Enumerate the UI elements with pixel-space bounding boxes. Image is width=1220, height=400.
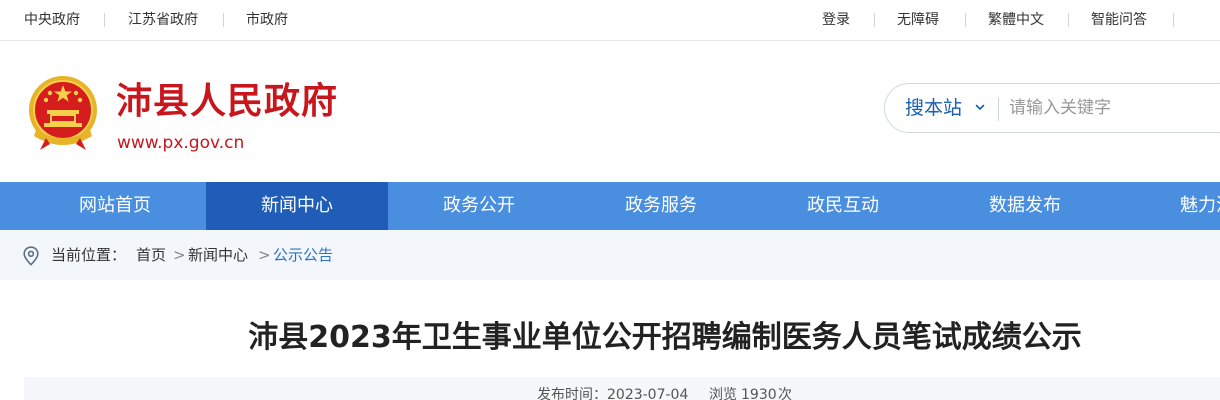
nav-item-public-interaction[interactable]: 政民互动 — [752, 182, 934, 230]
breadcrumb-separator: > — [258, 246, 271, 264]
login-link[interactable]: 登录 — [822, 0, 850, 40]
nav-item-charm-peixian[interactable]: 魅力沛 — [1116, 182, 1220, 230]
top-utility-bar: 中央政府 江苏省政府 市政府 登录 无障碍 繁體中文 智能问答 — [0, 0, 1220, 41]
accessibility-link[interactable]: 无障碍 — [897, 0, 939, 40]
article-title: 沛县2023年卫生事业单位公开招聘编制医务人员笔试成绩公示 — [248, 320, 1082, 355]
views-count: 1930 — [741, 387, 777, 400]
search-scope-dropdown[interactable]: 搜本站 — [905, 84, 962, 132]
nav-item-government-services[interactable]: 政务服务 — [570, 182, 752, 230]
publish-label: 发布时间： — [537, 387, 607, 400]
nav-item-home[interactable]: 网站首页 — [24, 182, 206, 230]
breadcrumb-current[interactable]: 公示公告 — [273, 230, 333, 280]
nav-item-data-release[interactable]: 数据发布 — [934, 182, 1116, 230]
divider — [874, 13, 875, 27]
publish-date: 2023-07-04 — [607, 387, 689, 400]
smart-qa-link[interactable]: 智能问答 — [1091, 0, 1147, 40]
main-nav: 网站首页 新闻中心 政务公开 政务服务 政民互动 数据发布 魅力沛 — [0, 182, 1220, 230]
breadcrumb-separator: > — [173, 246, 186, 264]
views-unit: 次 — [778, 387, 792, 400]
national-emblem-icon[interactable] — [26, 74, 100, 152]
site-url: www.px.gov.cn — [117, 133, 245, 153]
breadcrumb: 当前位置： 首页 > 新闻中心 > 公示公告 — [0, 230, 1220, 280]
link-city-government[interactable]: 市政府 — [246, 0, 288, 40]
site-title[interactable]: 沛县人民政府 — [116, 79, 338, 125]
breadcrumb-news-center[interactable]: 新闻中心 — [188, 230, 248, 280]
divider — [998, 97, 999, 121]
divider — [1173, 13, 1174, 27]
chevron-down-icon[interactable] — [974, 101, 986, 113]
link-jiangsu-government[interactable]: 江苏省政府 — [128, 0, 198, 40]
divider — [965, 13, 966, 27]
search-input[interactable] — [1009, 92, 1220, 124]
nav-item-government-affairs[interactable]: 政务公开 — [388, 182, 570, 230]
breadcrumb-home[interactable]: 首页 — [136, 230, 166, 280]
article-meta: 发布时间： 2023-07-04 浏览 1930 次 — [24, 377, 1220, 400]
traditional-chinese-link[interactable]: 繁體中文 — [988, 0, 1044, 40]
search-box: 搜本站 — [884, 83, 1220, 133]
nav-item-news-center[interactable]: 新闻中心 — [206, 182, 388, 230]
site-header: 沛县人民政府 www.px.gov.cn 搜本站 — [0, 41, 1220, 182]
location-pin-icon — [23, 246, 39, 266]
link-central-government[interactable]: 中央政府 — [24, 0, 80, 40]
breadcrumb-label: 当前位置： — [51, 246, 127, 264]
divider — [104, 13, 105, 27]
divider — [223, 13, 224, 27]
divider — [1068, 13, 1069, 27]
views-label: 浏览 — [709, 387, 737, 400]
